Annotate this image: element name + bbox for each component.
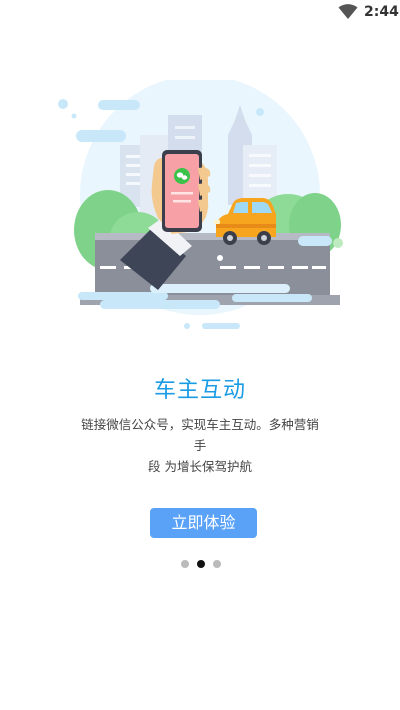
onboarding-description: 链接微信公众号，实现车主互动。多种营销手 段 为增长保驾护航 [78, 414, 322, 477]
wifi-icon [338, 4, 358, 19]
page-dot-3[interactable] [213, 560, 221, 568]
page-dot-2[interactable] [197, 560, 205, 568]
status-time: 2:44 [364, 4, 399, 20]
car-owner-illustration [58, 80, 343, 329]
page-dot-1[interactable] [181, 560, 189, 568]
description-line-2: 段 为增长保驾护航 [148, 459, 252, 474]
description-line-1: 链接微信公众号，实现车主互动。多种营销手 [81, 417, 319, 453]
try-now-button[interactable]: 立即体验 [150, 508, 257, 538]
status-bar: 2:44 [0, 0, 400, 24]
onboarding-title: 车主互动 [153, 378, 246, 403]
